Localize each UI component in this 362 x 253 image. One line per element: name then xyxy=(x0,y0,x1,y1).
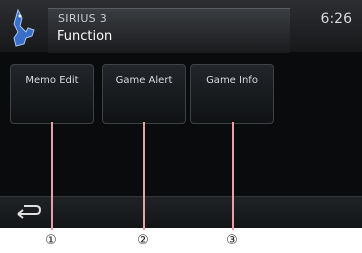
callout-line-3 xyxy=(232,122,234,230)
game-alert-label: Game Alert xyxy=(115,75,173,86)
callout-number-1: ① xyxy=(45,233,57,248)
clock: 6:26 xyxy=(320,11,352,27)
back-button[interactable] xyxy=(8,198,52,226)
back-arrow-icon xyxy=(17,205,42,219)
sirius-dog-icon[interactable] xyxy=(6,6,44,48)
callout-line-2 xyxy=(143,122,145,230)
nav-screen: SIRIUS 3 Function 6:26 Memo Edit Game Al… xyxy=(0,0,362,228)
header-bar: SIRIUS 3 Function 6:26 xyxy=(0,0,362,53)
game-alert-button[interactable]: Game Alert xyxy=(102,64,186,124)
page-title: Function xyxy=(57,29,113,44)
callout-number-2: ② xyxy=(137,233,149,248)
game-info-label: Game Info xyxy=(206,75,258,86)
callout-number-3: ③ xyxy=(226,233,238,248)
memo-edit-button[interactable]: Memo Edit xyxy=(10,64,94,124)
callout-line-1 xyxy=(51,122,53,230)
bottom-bar xyxy=(0,196,362,228)
memo-edit-label: Memo Edit xyxy=(25,75,79,86)
game-info-button[interactable]: Game Info xyxy=(190,64,274,124)
source-name: SIRIUS 3 xyxy=(58,12,108,25)
